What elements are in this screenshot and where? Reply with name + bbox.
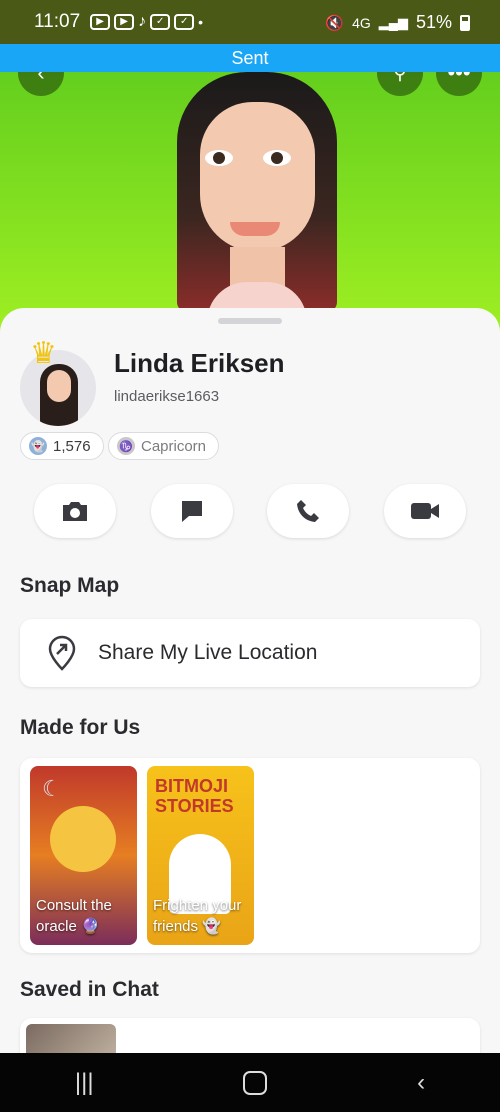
calendar-icon: ✓	[174, 14, 195, 30]
dot-icon: •	[198, 14, 204, 30]
call-button[interactable]	[267, 484, 349, 538]
sun-icon	[50, 806, 116, 872]
phone-icon	[297, 500, 319, 522]
capricorn-icon: ♑	[117, 437, 135, 455]
location-pin-icon	[48, 635, 76, 671]
camera-button[interactable]	[34, 484, 116, 538]
profile-username: lindaerikse1663	[114, 388, 220, 405]
snap-score: 1,576	[53, 437, 91, 455]
share-button[interactable]: ⚲	[377, 72, 423, 96]
back-button[interactable]: ‹	[18, 72, 64, 96]
status-time: 11:07	[34, 11, 81, 32]
mute-icon: 🔇	[325, 14, 345, 32]
tiktok-icon: ♪	[138, 13, 147, 30]
youtube-icon: ▶	[90, 14, 111, 30]
profile-sheet: ♛ Linda Eriksen lindaerikse1663 👻 1,576 …	[0, 308, 500, 1078]
chat-button[interactable]	[151, 484, 233, 538]
made-for-us-card: ☾ Consult the oracle 🔮 BITMOJI STORIES Fr…	[20, 758, 480, 953]
bitmoji-eye-left	[205, 150, 233, 166]
zodiac-label: Capricorn	[141, 437, 207, 455]
battery-icon	[460, 14, 470, 31]
video-button[interactable]	[384, 484, 466, 538]
bitmoji-eye-right	[263, 150, 291, 166]
status-bar: 11:07 ▶ ▶ ♪ ✓ ✓ • 🔇 4G ▂▄▆ 51%	[0, 0, 500, 44]
bitmoji-stories-tile[interactable]: BITMOJI STORIES Frighten your friends 👻	[147, 766, 254, 945]
more-icon: •••	[447, 72, 471, 85]
zodiac-chip[interactable]: ♑ Capricorn	[108, 432, 220, 460]
oracle-tile[interactable]: ☾ Consult the oracle 🔮	[30, 766, 137, 945]
chat-icon	[182, 501, 202, 522]
notification-icons: ▶ ▶ ♪ ✓ ✓ •	[90, 13, 203, 31]
camera-icon	[63, 502, 87, 521]
sheet-handle[interactable]	[218, 318, 282, 324]
snap-map-heading: Snap Map	[20, 574, 120, 597]
avatar-face	[47, 370, 71, 402]
recents-icon[interactable]: |||	[75, 1069, 94, 1097]
moon-icon: ☾	[42, 776, 62, 801]
bitmoji-hero: ‹ ⚲ •••	[0, 72, 500, 332]
made-for-us-heading: Made for Us	[20, 716, 141, 739]
calendar-icon: ✓	[150, 14, 171, 30]
status-right: 🔇 4G ▂▄▆ 51%	[325, 12, 470, 33]
share-location-card[interactable]: Share My Live Location	[20, 619, 480, 687]
crown-icon: ♛	[30, 337, 57, 370]
ghost-icon: 👻	[29, 437, 47, 455]
bitmoji-stories-logo: BITMOJI STORIES	[155, 776, 234, 816]
bitmoji-stories-caption: Frighten your friends 👻	[153, 897, 242, 935]
saved-in-chat-heading: Saved in Chat	[20, 978, 159, 1001]
back-nav-icon[interactable]: ‹	[417, 1069, 425, 1097]
bitmoji-mouth	[230, 222, 280, 236]
video-icon	[411, 503, 439, 519]
system-nav-bar: ||| ‹	[0, 1053, 500, 1112]
youtube-icon: ▶	[114, 14, 135, 30]
share-location-label: Share My Live Location	[98, 641, 318, 664]
sent-banner: Sent	[0, 44, 500, 72]
home-icon[interactable]	[243, 1070, 268, 1095]
signal-icon: ▂▄▆	[378, 14, 408, 30]
snap-score-chip[interactable]: 👻 1,576	[20, 432, 104, 460]
profile-name: Linda Eriksen	[114, 348, 285, 378]
chevron-left-icon: ‹	[37, 72, 45, 85]
network-label: 4G	[352, 14, 371, 31]
oracle-caption: Consult the oracle 🔮	[36, 897, 112, 935]
more-button[interactable]: •••	[436, 72, 482, 96]
battery-label: 51%	[415, 12, 452, 32]
share-icon: ⚲	[393, 72, 407, 83]
